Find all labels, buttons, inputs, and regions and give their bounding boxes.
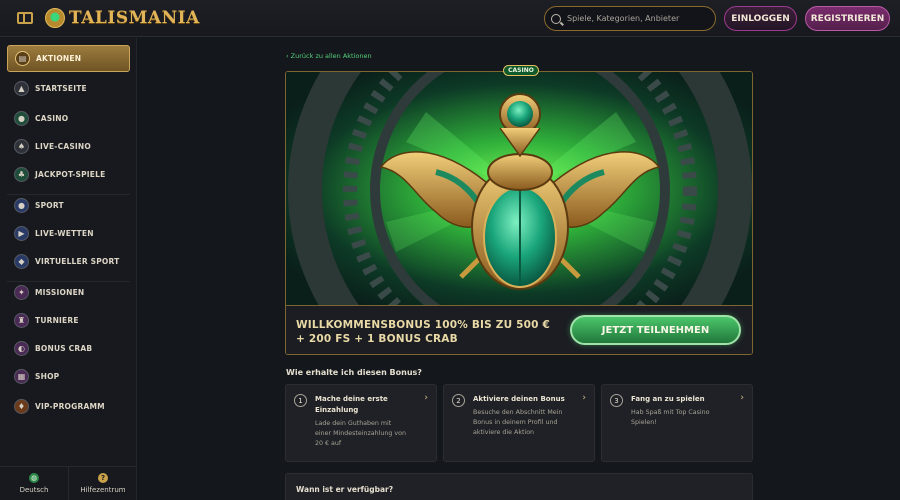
availability-section[interactable]: Wann ist er verfügbar? <box>285 473 753 500</box>
step-number: 3 <box>610 394 623 407</box>
search-icon <box>551 13 561 24</box>
sidebar-item-live-wetten[interactable]: ▶ LIVE-WETTEN <box>7 220 130 247</box>
chevron-right-icon: › <box>740 393 744 403</box>
spade-icon: ♠ <box>14 139 29 154</box>
sidebar-item-turniere[interactable]: ♜ TURNIERE <box>7 307 130 334</box>
sidebar-item-label: AKTIONEN <box>36 54 82 63</box>
sidebar-item-virtueller-sport[interactable]: ◆ VIRTUELLER SPORT <box>7 248 130 275</box>
step-card-1[interactable]: 1 Mache deine erste Einzahlung › Lade de… <box>285 384 437 462</box>
sidebar-item-label: JACKPOT-SPIELE <box>35 170 106 179</box>
chevron-right-icon: › <box>424 393 428 403</box>
step-number: 1 <box>294 394 307 407</box>
sidebar-item-label: MISSIONEN <box>35 288 85 297</box>
sidebar-item-bonus-crab[interactable]: ◐ BONUS CRAB <box>7 335 130 362</box>
offer-title-line1: WILLKOMMENSBONUS 100% BIS ZU 500 € <box>296 319 551 331</box>
chevron-right-icon: › <box>582 393 586 403</box>
back-to-promotions-link[interactable]: ‹ Zurück zu allen Aktionen <box>286 52 372 60</box>
trophy-icon: ♜ <box>14 313 29 328</box>
sidebar-item-casino[interactable]: ● CASINO <box>7 105 130 132</box>
search-box[interactable] <box>544 6 716 31</box>
sidebar-footer: ◍ Deutsch ? Hilfezentrum <box>0 466 137 500</box>
mission-icon: ✦ <box>14 285 29 300</box>
casino-badge: CASINO <box>503 65 539 76</box>
sidebar-toggle-icon[interactable] <box>17 12 33 24</box>
sidebar-item-label: VIP-PROGRAMM <box>35 402 105 411</box>
sidebar-item-label: LIVE-WETTEN <box>35 229 94 238</box>
back-link-label: Zurück zu allen Aktionen <box>290 52 372 60</box>
gift-icon: ▤ <box>15 51 30 66</box>
sidebar-item-startseite[interactable]: ▲ STARTSEITE <box>7 75 130 102</box>
help-center-link[interactable]: ? Hilfezentrum <box>68 467 137 500</box>
step-title: Fang an zu spielen <box>631 395 705 403</box>
brand-name: TALISMANIA <box>69 8 200 28</box>
sidebar-item-label: CASINO <box>35 114 69 123</box>
scarab-promo-image <box>286 72 752 305</box>
step-number: 2 <box>452 394 465 407</box>
crab-icon: ◐ <box>14 341 29 356</box>
sidebar-item-label: BONUS CRAB <box>35 344 93 353</box>
promotion-hero: WILLKOMMENSBONUS 100% BIS ZU 500 € + 200… <box>285 71 753 355</box>
sidebar-item-missionen[interactable]: ✦ MISSIONEN <box>7 279 130 306</box>
step-description: Lade dein Guthaben mit einer Mindesteinz… <box>315 420 406 447</box>
top-bar: TALISMANIA EINLOGGEN REGISTRIEREN <box>0 0 900 37</box>
step-card-2[interactable]: 2 Aktiviere deinen Bonus › Besuche den A… <box>443 384 595 462</box>
clover-icon: ♣ <box>14 167 29 182</box>
join-now-button[interactable]: JETZT TEILNEHMEN <box>570 315 741 345</box>
diamond-icon: ♦ <box>14 399 29 414</box>
scarab-logo-icon <box>45 8 65 28</box>
sidebar-item-vip-programm[interactable]: ♦ VIP-PROGRAMM <box>7 393 130 420</box>
step-title: Aktiviere deinen Bonus <box>473 395 565 403</box>
pyramid-icon: ▲ <box>14 81 29 96</box>
sidebar-item-sport[interactable]: ● SPORT <box>7 192 130 219</box>
soccer-ball-icon: ● <box>14 198 29 213</box>
step-description: Hab Spaß mit Top Casino Spielen! <box>631 409 710 426</box>
sidebar-item-label: SHOP <box>35 372 60 381</box>
login-button[interactable]: EINLOGGEN <box>724 6 797 31</box>
play-icon: ▶ <box>14 226 29 241</box>
language-selector[interactable]: ◍ Deutsch <box>0 467 68 500</box>
casino-icon: ● <box>14 111 29 126</box>
offer-title-line2: + 200 FS + 1 BONUS CRAB <box>296 333 458 345</box>
language-label: Deutsch <box>19 486 49 494</box>
help-icon: ? <box>98 473 108 483</box>
sidebar-item-live-casino[interactable]: ♠ LIVE-CASINO <box>7 133 130 160</box>
gamepad-icon: ◆ <box>14 254 29 269</box>
availability-heading: Wann ist er verfügbar? <box>296 485 394 494</box>
sidebar-item-label: STARTSEITE <box>35 84 87 93</box>
register-button[interactable]: REGISTRIEREN <box>805 6 890 31</box>
offer-bar: WILLKOMMENSBONUS 100% BIS ZU 500 € + 200… <box>286 305 752 354</box>
sidebar-item-jackpot-spiele[interactable]: ♣ JACKPOT-SPIELE <box>7 161 130 188</box>
step-title: Mache deine erste Einzahlung <box>315 395 388 414</box>
shop-icon: ▦ <box>14 369 29 384</box>
sidebar-item-shop[interactable]: ▦ SHOP <box>7 363 130 390</box>
step-description: Besuche den Abschnitt Mein Bonus in dein… <box>473 409 563 436</box>
sidebar: ▤ AKTIONEN ▲ STARTSEITE ● CASINO ♠ LIVE-… <box>0 38 137 500</box>
brand-logo[interactable]: TALISMANIA <box>45 8 200 28</box>
sidebar-item-label: TURNIERE <box>35 316 79 325</box>
sidebar-item-label: VIRTUELLER SPORT <box>35 257 120 266</box>
search-input[interactable] <box>567 14 707 23</box>
step-card-3[interactable]: 3 Fang an zu spielen › Hab Spaß mit Top … <box>601 384 753 462</box>
sidebar-item-label: SPORT <box>35 201 64 210</box>
offer-title: WILLKOMMENSBONUS 100% BIS ZU 500 € + 200… <box>296 318 556 346</box>
help-label: Hilfezentrum <box>80 486 126 494</box>
how-to-get-bonus-heading: Wie erhalte ich diesen Bonus? <box>286 368 422 377</box>
sidebar-item-label: LIVE-CASINO <box>35 142 91 151</box>
globe-icon: ◍ <box>29 473 39 483</box>
sidebar-item-aktionen[interactable]: ▤ AKTIONEN <box>7 45 130 72</box>
